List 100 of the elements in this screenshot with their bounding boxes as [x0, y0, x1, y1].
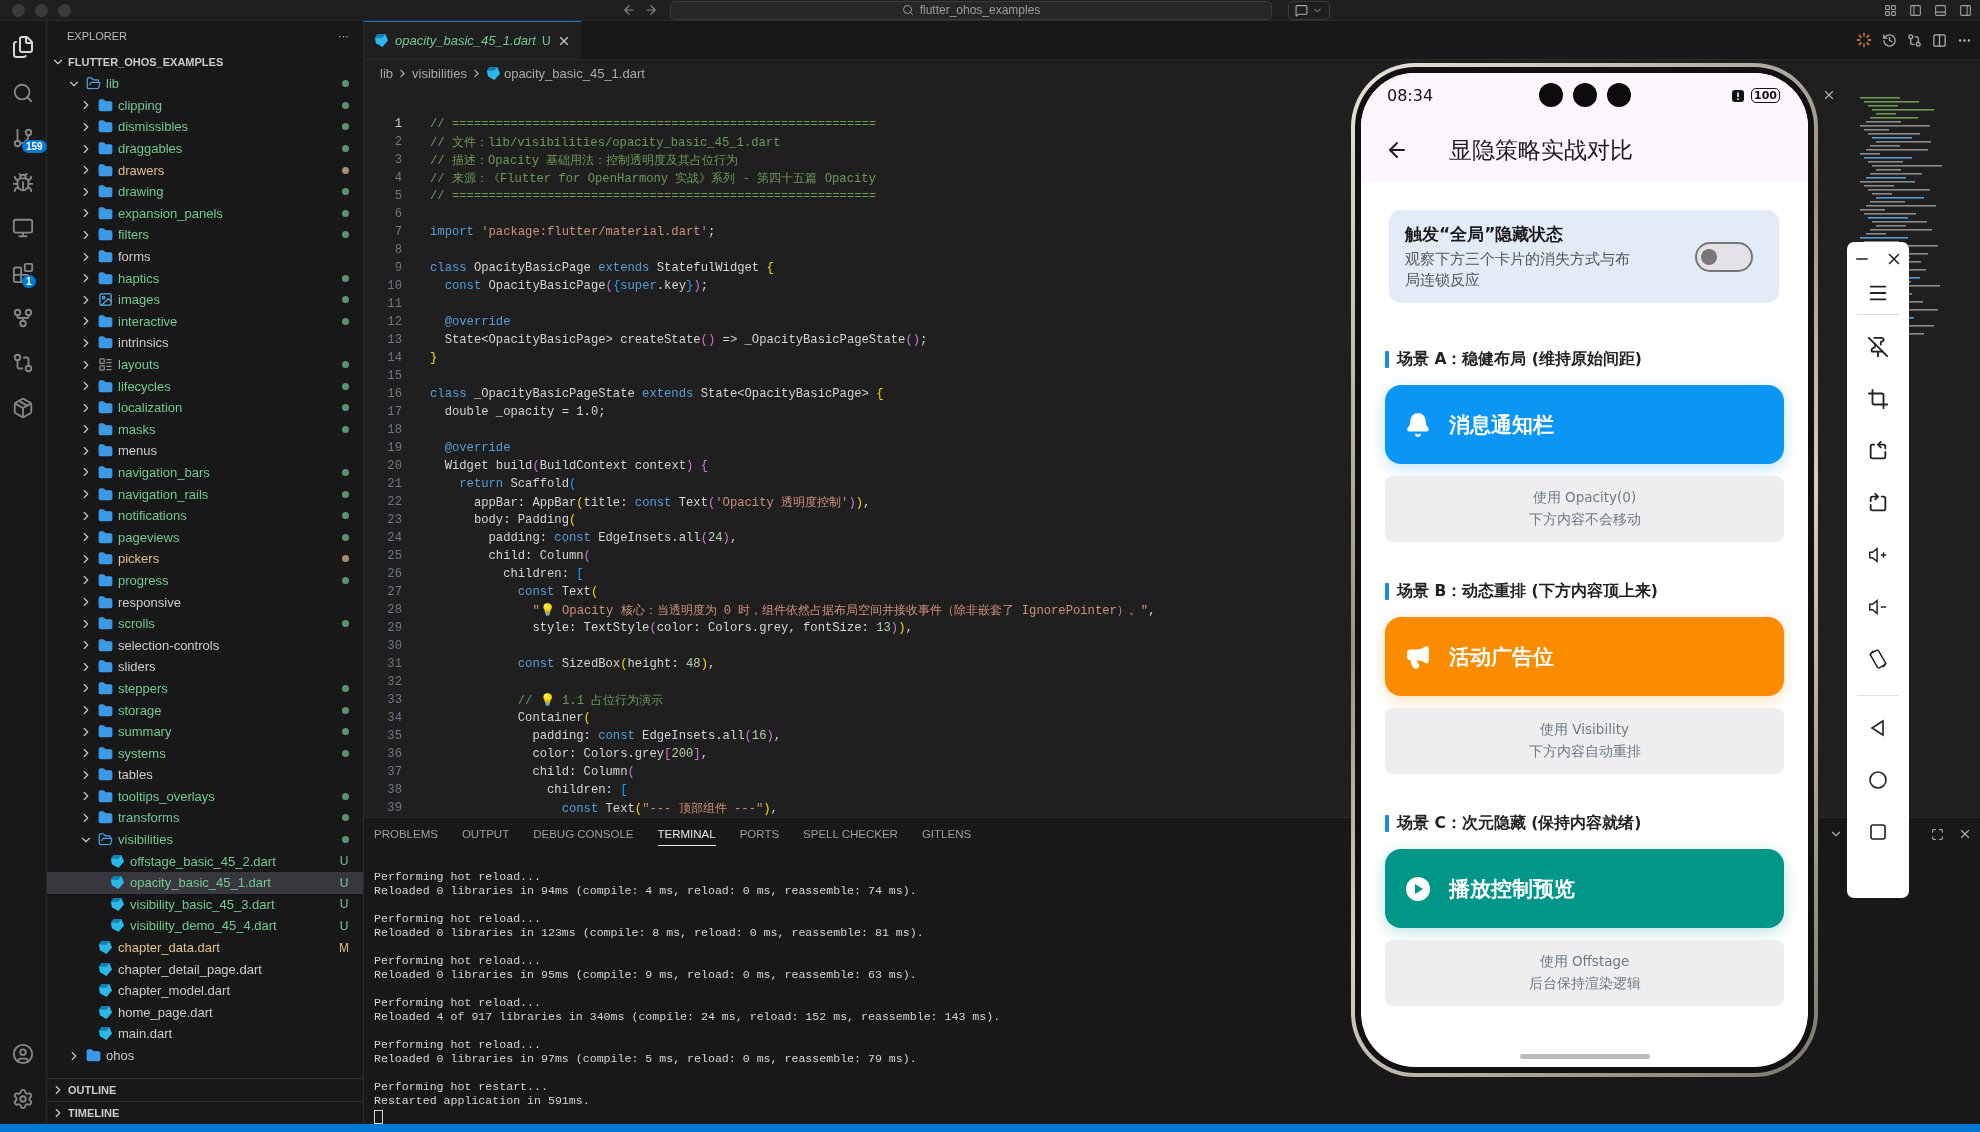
tree-item[interactable]: lifecycles	[47, 375, 363, 397]
code-line: child: Column(	[487, 549, 591, 563]
tree-item[interactable]: drawers	[47, 159, 363, 181]
tree-item[interactable]: responsive	[47, 591, 363, 613]
tree-item[interactable]: masks	[47, 418, 363, 441]
editor-tab[interactable]: opacity_basic_45_1.dart U	[364, 21, 581, 59]
tree-item[interactable]: home_page.dart	[47, 1001, 363, 1024]
line-number: 23	[386, 513, 402, 527]
item-label: storage	[118, 702, 163, 718]
terminal-line: Performing hot reload...	[374, 870, 541, 884]
terminal-line: Reloaded 4 of 917 libraries in 340ms (compile: 24 ms, reload: 152 ms, reassemble: 143 ms).	[374, 1010, 1001, 1024]
line-number: 14	[386, 351, 402, 365]
tree-item[interactable]: expansion_panels	[47, 202, 363, 225]
panel-tab[interactable]: TERMINAL	[657, 822, 716, 846]
tree-item[interactable]: visibilities	[47, 828, 363, 851]
tree-item[interactable]: menus	[47, 440, 363, 462]
tree-item[interactable]: tables	[47, 764, 363, 786]
tree-item[interactable]: intrinsics	[47, 332, 363, 354]
tree-item[interactable]: forms	[47, 245, 363, 268]
line-number: 2	[393, 135, 402, 149]
tree-item[interactable]: storage	[47, 699, 363, 721]
tree-item[interactable]: ohos	[47, 1044, 363, 1067]
panel-tab[interactable]: PORTS	[739, 822, 780, 846]
tree-item[interactable]: pickers	[47, 548, 363, 570]
count-badge: 159	[22, 140, 47, 153]
line-number: 16	[386, 387, 402, 401]
panel-tab[interactable]: GITLENS	[921, 822, 972, 846]
tree-item[interactable]: navigation_rails	[47, 483, 363, 505]
tree-item[interactable]: draggables	[47, 137, 363, 160]
section-title: 场景 B：动态重排 (下方内容顶上来)	[1397, 580, 1658, 602]
tree-item[interactable]: scrolls	[47, 612, 363, 635]
code-line: children: [	[502, 567, 584, 581]
code-line: // 来源：《Flutter for OpenHarmony 实战》系列 - 第四十五篇 Opacity	[430, 170, 876, 187]
terminal-line: Performing hot reload...	[374, 1038, 541, 1052]
tree-item[interactable]: offstage_basic_45_2.dart U	[47, 850, 363, 872]
line-number: 25	[386, 549, 402, 563]
tree-item[interactable]: clipping	[47, 94, 363, 117]
panel-tab[interactable]: DEBUG CONSOLE	[533, 822, 634, 846]
item-label: tooltips_overlays	[118, 788, 216, 804]
status-letter: U	[339, 918, 349, 933]
code-line: children: [	[546, 783, 628, 797]
tree-item[interactable]: interactive	[47, 310, 363, 333]
line-number: 29	[386, 621, 402, 635]
item-label: chapter_detail_page.dart	[118, 961, 263, 977]
tree-item[interactable]: chapter_data.dart M	[47, 936, 363, 959]
section-header[interactable]: TIMELINE	[68, 1107, 120, 1119]
breadcrumb-item[interactable]: lib	[380, 65, 393, 81]
code-line: // 描述：Opacity 基础用法：控制透明度及其占位行为	[430, 152, 739, 169]
tree-item[interactable]: selection-controls	[47, 634, 363, 657]
line-number: 37	[386, 765, 402, 779]
tree-item[interactable]: notifications	[47, 504, 363, 527]
tree-item[interactable]: steppers	[47, 677, 363, 700]
tree-item[interactable]: layouts	[47, 353, 363, 376]
tree-item[interactable]: transforms	[47, 807, 363, 829]
tree-item[interactable]: main.dart	[47, 1023, 363, 1045]
workspace-root[interactable]: FLUTTER_OHOS_EXAMPLES	[47, 51, 363, 73]
panel-tab[interactable]: OUTPUT	[461, 822, 510, 846]
line-number: 24	[386, 531, 402, 545]
panel-tab[interactable]: PROBLEMS	[374, 822, 438, 846]
tree-item[interactable]: filters	[47, 224, 363, 246]
tree-item[interactable]: drawing	[47, 180, 363, 203]
line-number: 5	[393, 189, 402, 203]
line-number: 18	[386, 423, 402, 437]
terminal-line: Restarted application in 591ms.	[374, 1094, 590, 1108]
breadcrumb-item[interactable]: opacity_basic_45_1.dart	[503, 65, 645, 81]
line-number: 7	[393, 225, 402, 239]
tree-item[interactable]: progress	[47, 569, 363, 592]
tree-item[interactable]: localization	[47, 396, 363, 419]
tree-item[interactable]: images	[47, 288, 363, 311]
item-label: offstage_basic_45_2.dart	[130, 853, 277, 869]
tree-item[interactable]: summary	[47, 720, 363, 743]
more-actions-button[interactable]: ···	[338, 30, 349, 42]
code-line: // ==========================================================	[430, 189, 877, 203]
tree-item[interactable]: haptics	[47, 267, 363, 289]
item-label: lib	[106, 76, 120, 92]
tree-item[interactable]: tooltips_overlays	[47, 785, 363, 808]
section-header[interactable]: OUTLINE	[68, 1084, 117, 1096]
item-label: expansion_panels	[118, 205, 224, 221]
code-line: @override	[443, 315, 511, 329]
line-number: 27	[386, 585, 402, 599]
tree-item[interactable]: pageviews	[47, 526, 363, 549]
tree-item[interactable]: dismissibles	[47, 116, 363, 138]
line-number: 19	[386, 441, 402, 455]
panel-tab[interactable]: SPELL CHECKER	[803, 822, 898, 846]
tree-item[interactable]: chapter_detail_page.dart	[47, 958, 363, 980]
tree-item[interactable]: lib	[47, 73, 363, 95]
item-label: sliders	[118, 659, 157, 675]
item-label: filters	[118, 227, 151, 243]
tree-item[interactable]: opacity_basic_45_1.dart U	[47, 871, 363, 894]
tree-item[interactable]: navigation_bars	[47, 461, 363, 484]
breadcrumb-item[interactable]: visibilities	[412, 65, 467, 81]
command-search-field[interactable]: flutter_ohos_examples	[670, 0, 1272, 20]
tree-item[interactable]: visibility_basic_45_3.dart U	[47, 893, 363, 916]
tree-item[interactable]: systems	[47, 742, 363, 764]
item-label: visibilities	[118, 832, 174, 848]
tree-item[interactable]: chapter_model.dart	[47, 979, 363, 1002]
tree-item[interactable]: visibility_demo_45_4.dart U	[47, 915, 363, 937]
code-line: // ==========================================================	[430, 117, 877, 131]
item-label: main.dart	[118, 1026, 174, 1042]
tree-item[interactable]: sliders	[47, 656, 363, 678]
